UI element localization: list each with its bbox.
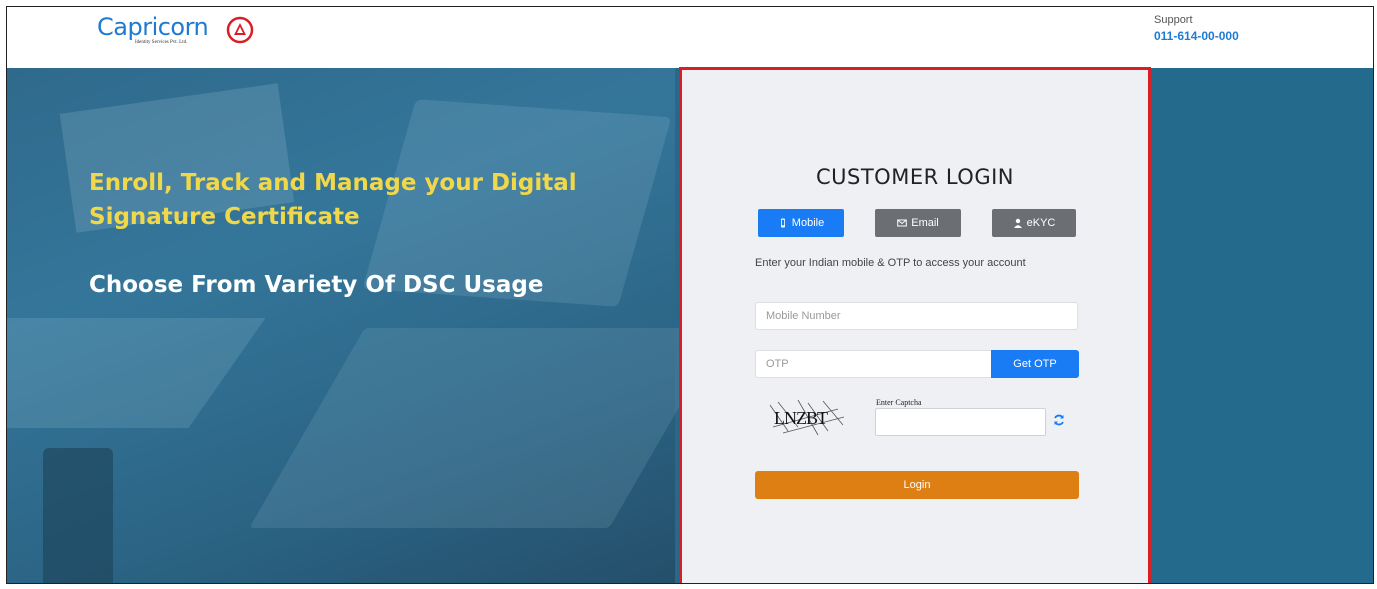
tab-mobile[interactable]: Mobile [758,209,844,237]
mobile-number-input[interactable]: Mobile Number [755,302,1078,330]
refresh-captcha-icon[interactable] [1052,413,1066,427]
login-button[interactable]: Login [755,471,1079,499]
logo-badge-icon [226,16,254,44]
bg-coffee-cup-shape [43,448,113,583]
support-block: Support 011-614-00-000 [1154,14,1239,43]
right-background-fill [1151,68,1373,583]
tab-ekyc[interactable]: eKYC [992,209,1076,237]
app-frame: Capricorn Identity Services Pvt. Ltd. Su… [6,6,1374,584]
get-otp-button[interactable]: Get OTP [991,350,1079,378]
tab-mobile-label: Mobile [791,217,825,229]
otp-input[interactable]: OTP [755,350,992,378]
brand-tagline: Identity Services Pvt. Ltd. [135,40,188,45]
support-phone-link[interactable]: 011-614-00-000 [1154,29,1239,43]
brand-name: Capricorn [97,13,209,41]
envelope-icon [897,219,908,227]
captcha-text: LNZBT [774,408,828,428]
bg-laptop-left-shape [7,318,266,428]
tab-email[interactable]: Email [875,209,961,237]
top-header: Capricorn Identity Services Pvt. Ltd. Su… [7,7,1373,68]
login-title: CUSTOMER LOGIN [815,165,1015,189]
captcha-label: Enter Captcha [876,398,922,407]
hero-subline: Choose From Variety Of DSC Usage [89,272,544,298]
brand-logo[interactable]: Capricorn Identity Services Pvt. Ltd. [97,13,267,57]
tab-email-label: Email [911,217,939,229]
support-label: Support [1154,14,1193,26]
user-icon [1013,218,1022,228]
bg-laptop-keyboard-shape [249,328,725,528]
tab-ekyc-label: eKYC [1026,217,1056,229]
login-hint-text: Enter your Indian mobile & OTP to access… [755,257,1026,269]
hero-background-image [7,68,725,583]
captcha-image: LNZBT [768,397,846,437]
mobile-icon [780,218,785,228]
customer-login-panel: CUSTOMER LOGIN Mobile Email eKYC Enter y… [679,67,1151,583]
captcha-input[interactable] [875,408,1046,436]
hero-headline: Enroll, Track and Manage your Digital Si… [89,170,577,230]
